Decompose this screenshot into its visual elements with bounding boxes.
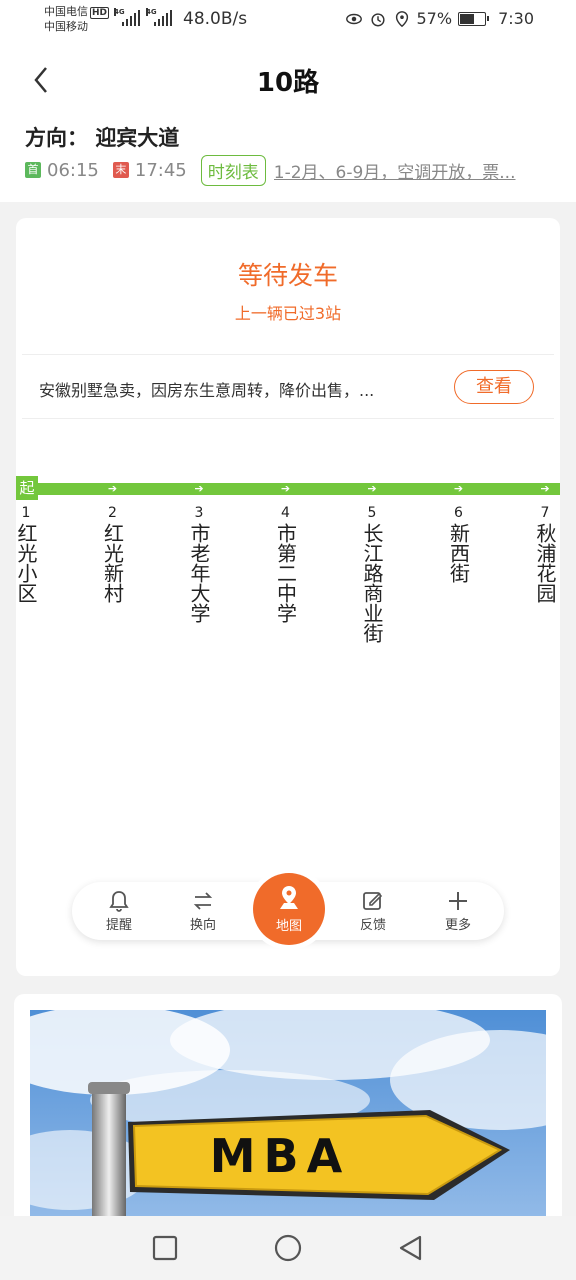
switch-direction-button[interactable]: 换向 [178,888,228,933]
stop-name: 市老年大学 [187,523,211,623]
feedback-button[interactable]: 反馈 [348,888,398,933]
page-title: 10路 [256,68,320,98]
first-bus-time: 06:15 [47,159,99,181]
switch-label: 换向 [189,918,216,933]
clock: 7:30 [498,9,534,28]
stop-name: 红光小区 [16,523,38,603]
last-bus-time: 17:45 [134,159,187,181]
route-stop[interactable]: 3 市老年大学 [184,505,214,623]
direction-arrow-icon: ➔ [453,482,464,495]
map-button[interactable]: 地图 [253,873,325,945]
stop-name: 市第二中学 [273,523,298,623]
carrier-mobile: 中国移动 [44,20,88,33]
more-label: 更多 [444,918,471,933]
route-stop[interactable]: 1 红光小区 [16,505,41,603]
alarm-icon [370,12,385,26]
start-tag: 起 [16,476,38,500]
stop-name: 新西街 [446,523,471,583]
view-button[interactable]: 查看 [454,370,534,404]
remind-button[interactable]: 提醒 [94,888,144,933]
stop-number: 4 [281,505,290,521]
route-stop[interactable]: 7 秋浦花园 [530,505,560,603]
battery-icon [458,11,490,26]
battery-fill [460,13,474,24]
status-bar: 中国电信 HD 中国移动 4G 4G 48.0B/s 57% 7:30 [0,0,576,40]
back-triangle-icon[interactable] [395,1233,425,1263]
stop-number: 6 [454,505,463,521]
direction-value: 迎宾大道 [95,126,180,150]
last-bus-tag: 末 [112,162,129,178]
edit-icon [363,892,383,910]
more-button[interactable]: 更多 [433,888,483,933]
map-label: 地图 [275,919,302,934]
plus-icon [449,892,467,910]
hd-badge: HD [90,7,110,19]
bell-icon [109,891,129,912]
bus-status-subtitle: 上一辆已过3站 [234,304,342,323]
direction: 方向： 迎宾大道 [25,122,179,152]
location-icon [395,10,408,27]
stop-number: 7 [540,505,550,521]
route-stop[interactable]: 4 市第二中学 [271,505,301,623]
carrier-info: 中国电信 HD 中国移动 [44,4,110,34]
route-notice-link[interactable]: 1-2月、6-9月，空调开放，票... [274,158,534,183]
direction-arrow-icon: ➔ [367,482,377,495]
net-speed: 48.0B/s [183,9,248,29]
direction-arrow-icon: ➔ [540,482,550,495]
bus-status-title: 等待发车 [237,261,338,290]
map-pin-icon [280,886,298,909]
service-times: 首 06:15 末 17:45 时刻表 1-2月、6-9月，空调开放，票... [25,154,534,186]
signal-icon: 4G [114,8,140,26]
direction-label: 方向： [25,126,88,150]
route-stop[interactable]: 5 长江路商业街 [357,505,387,643]
route-stop[interactable]: 6 新西街 [444,505,474,583]
mba-sign-text: MBA [210,1129,350,1183]
system-nav-bar [0,1216,576,1280]
schedule-button[interactable]: 时刻表 [200,154,266,186]
ad-banner[interactable]: 安徽别墅急卖，因房东生意周转，降价出售，... 查看 [22,354,554,419]
direction-arrow-icon: ➔ [280,482,291,495]
stop-number: 1 [21,505,31,521]
stop-name: 红光新村 [100,523,125,603]
ad-text: 安徽别墅急卖，因房东生意周转，降价出售，... [39,381,375,400]
battery-percent: 57% [416,9,453,28]
stop-number: 5 [367,505,377,521]
signal-icon: 4G [146,8,172,26]
signal-gen-label: 4G [114,8,125,16]
carrier-telecom: 中国电信 [44,5,88,18]
route-stop[interactable]: 2 红光新村 [98,505,128,603]
stop-number: 2 [108,505,117,521]
remind-label: 提醒 [105,918,132,933]
direction-arrow-icon: ➔ [194,482,204,495]
route-header: 10路 方向： 迎宾大道 首 06:15 末 17:45 时刻表 1-2月、6-… [0,40,576,202]
signal-gen-label: 4G [146,8,157,16]
route-diagram: 起 1 红光小区 2 红光新村 ➔ 3 市老年大学 ➔ 4 市第二中学 ➔ 5 长江路商业街 ➔ 6 新西街 ➔… [16,476,560,896]
home-circle-icon[interactable] [273,1233,303,1263]
stop-name: 长江路商业街 [360,523,384,643]
swap-icon [193,892,213,910]
stop-number: 3 [194,505,204,521]
status-right: 57% 7:30 [345,9,534,28]
direction-arrow-icon: ➔ [107,482,118,495]
first-bus-tag: 首 [25,162,41,178]
route-card: 等待发车 上一辆已过3站 安徽别墅急卖，因房东生意周转，降价出售，... 查看 … [16,218,560,976]
feedback-label: 反馈 [359,918,386,933]
recent-apps-square-icon[interactable] [150,1233,180,1263]
stop-name: 秋浦花园 [533,523,557,603]
eye-icon [345,13,362,24]
action-toolbar: 提醒 换向 地图 反馈 更多 [72,873,504,945]
